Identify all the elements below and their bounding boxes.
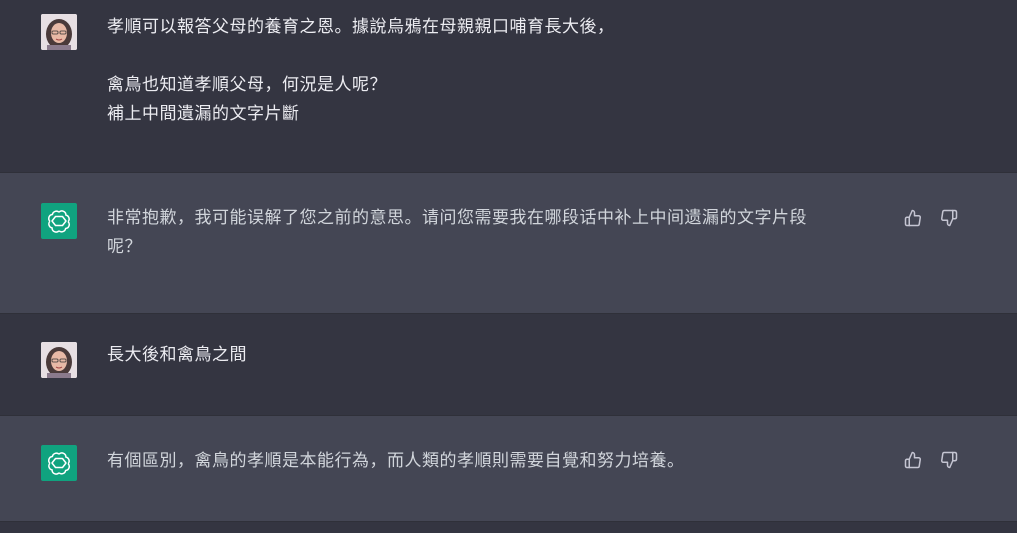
thumbs-up-button[interactable] [903,208,923,228]
thumbs-down-icon [941,209,958,227]
thumbs-up-button[interactable] [903,450,923,470]
chat-thread: 孝順可以報答父母的養育之恩。據說烏鴉在母親親口哺育長大後， 禽鳥也知道孝順父母，… [0,0,1017,533]
assistant-message: 非常抱歉，我可能误解了您之前的意思。请问您需要我在哪段话中补上中间遗漏的文字片段… [0,172,1017,314]
user-message: 長大後和禽鳥之間 [0,314,1017,415]
user-avatar [41,14,77,50]
message-line: 非常抱歉，我可能误解了您之前的意思。请问您需要我在哪段话中补上中间遗漏的文字片段 [107,208,807,228]
user-avatar-photo [41,342,77,378]
thumbs-down-button[interactable] [939,208,959,228]
message-feedback-actions [903,208,959,228]
message-line-blank [107,42,882,71]
user-message: 孝順可以報答父母的養育之恩。據說烏鴉在母親親口哺育長大後， 禽鳥也知道孝順父母，… [0,0,1017,172]
assistant-avatar [41,203,77,239]
user-avatar-photo [41,14,77,50]
openai-logo-icon [48,452,70,475]
message-line: 禽鳥也知道孝順父母，何況是人呢？ [107,75,387,95]
thumbs-down-icon [941,451,958,469]
thumbs-up-icon [904,451,921,469]
message-line: 補上中間遺漏的文字片斷 [107,104,300,124]
assistant-message-text: 非常抱歉，我可能误解了您之前的意思。请问您需要我在哪段话中补上中间遗漏的文字片段… [107,204,882,262]
thumbs-up-icon [904,209,921,227]
message-feedback-actions [903,450,959,470]
user-avatar [41,342,77,378]
user-message-text: 長大後和禽鳥之間 [107,341,882,370]
assistant-message-text: 有個區別，禽鳥的孝順是本能行為，而人類的孝順則需要自覺和努力培養。 [107,447,882,476]
message-line: 呢？ [107,237,142,257]
thumbs-down-button[interactable] [939,450,959,470]
openai-logo-icon [48,210,70,233]
assistant-avatar [41,445,77,481]
assistant-message: 有個區別，禽鳥的孝順是本能行為，而人類的孝順則需要自覺和努力培養。 [0,415,1017,522]
user-message-text: 孝順可以報答父母的養育之恩。據說烏鴉在母親親口哺育長大後， 禽鳥也知道孝順父母，… [107,13,882,129]
message-line: 長大後和禽鳥之間 [107,345,247,365]
message-line: 孝順可以報答父母的養育之恩。據說烏鴉在母親親口哺育長大後， [107,17,615,37]
message-line: 有個區別，禽鳥的孝順是本能行為，而人類的孝順則需要自覺和努力培養。 [107,451,685,471]
